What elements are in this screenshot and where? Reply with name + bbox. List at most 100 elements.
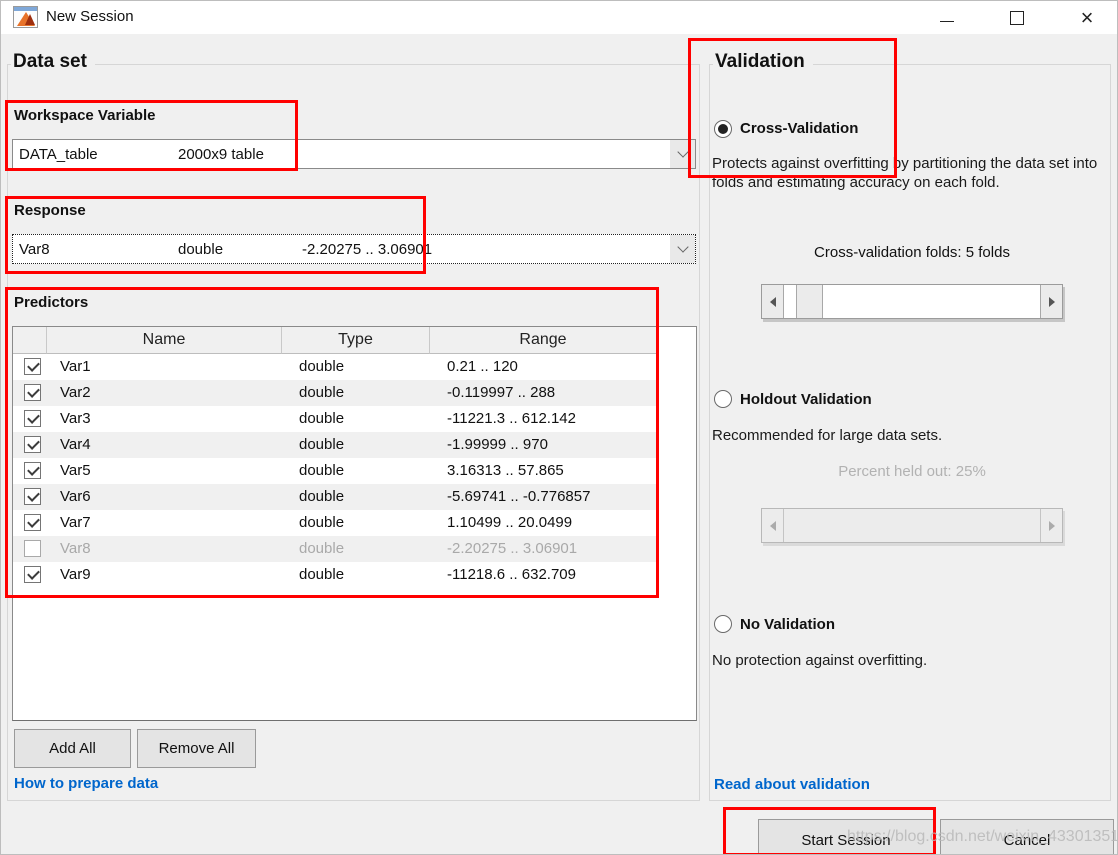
cell-name: Var2 xyxy=(60,384,91,401)
cell-name: Var5 xyxy=(60,462,91,479)
row-checkbox[interactable] xyxy=(24,462,41,479)
workspace-variable-dropdown-button[interactable] xyxy=(670,140,695,168)
new-session-dialog: New Session × Data set Workspace Variabl… xyxy=(0,0,1118,855)
table-row[interactable]: Var8 double -2.20275 .. 3.06901 xyxy=(13,536,657,562)
cell-range: 3.16313 .. 57.865 xyxy=(447,462,564,479)
arrow-right-icon xyxy=(1049,297,1055,307)
minimize-icon xyxy=(940,21,954,22)
workspace-variable-label: Workspace Variable xyxy=(14,107,155,124)
response-dropdown[interactable]: Var8 double -2.20275 .. 3.06901 xyxy=(12,234,696,264)
table-row[interactable]: Var2 double -0.119997 .. 288 xyxy=(13,380,657,406)
add-all-button[interactable]: Add All xyxy=(14,729,131,768)
table-row[interactable]: Var1 double 0.21 .. 120 xyxy=(13,354,657,380)
no-validation-description: No protection against overfitting. xyxy=(712,651,1114,670)
cell-type: double xyxy=(299,462,344,479)
cell-type: double xyxy=(299,488,344,505)
predictors-label: Predictors xyxy=(14,294,88,311)
row-checkbox[interactable] xyxy=(24,566,41,583)
workspace-variable-dropdown[interactable]: DATA_table 2000x9 table xyxy=(12,139,696,169)
validation-group-title: Validation xyxy=(713,51,813,73)
cross-validation-description: Protects against overfitting by partitio… xyxy=(712,154,1114,192)
slider-left-arrow xyxy=(762,509,784,542)
arrow-right-icon xyxy=(1049,521,1055,531)
cross-validation-radio[interactable] xyxy=(714,120,732,138)
cell-name: Var1 xyxy=(60,358,91,375)
read-about-validation-link[interactable]: Read about validation xyxy=(714,776,870,793)
cell-type: double xyxy=(299,384,344,401)
row-checkbox[interactable] xyxy=(24,384,41,401)
cell-type: double xyxy=(299,540,344,557)
cross-validation-label[interactable]: Cross-Validation xyxy=(740,120,858,137)
cell-name: Var8 xyxy=(60,540,91,557)
cell-range: -11218.6 .. 632.709 xyxy=(447,566,576,583)
chevron-down-icon xyxy=(677,241,688,252)
row-checkbox[interactable] xyxy=(24,540,41,557)
cross-validation-folds-label: Cross-validation folds: 5 folds xyxy=(761,244,1063,261)
cell-name: Var6 xyxy=(60,488,91,505)
header-name: Name xyxy=(47,327,282,354)
minimize-button[interactable] xyxy=(930,5,964,30)
cell-type: double xyxy=(299,358,344,375)
remove-all-button[interactable]: Remove All xyxy=(137,729,256,768)
response-label: Response xyxy=(14,202,86,219)
cell-type: double xyxy=(299,436,344,453)
window-title: New Session xyxy=(46,8,134,25)
cell-range: 0.21 .. 120 xyxy=(447,358,518,375)
header-type: Type xyxy=(282,327,430,354)
header-range: Range xyxy=(430,327,657,354)
row-checkbox[interactable] xyxy=(24,410,41,427)
maximize-icon xyxy=(1010,11,1024,25)
maximize-button[interactable] xyxy=(1000,5,1034,30)
holdout-validation-radio[interactable] xyxy=(714,390,732,408)
cell-name: Var9 xyxy=(60,566,91,583)
row-checkbox[interactable] xyxy=(24,436,41,453)
predictors-table-header: Name Type Range xyxy=(13,327,657,354)
no-validation-radio[interactable] xyxy=(714,615,732,633)
cell-name: Var7 xyxy=(60,514,91,531)
cross-validation-folds-slider[interactable] xyxy=(761,284,1063,319)
matlab-app-icon xyxy=(13,6,38,28)
close-button[interactable]: × xyxy=(1070,5,1104,30)
dataset-group-title: Data set xyxy=(11,51,95,73)
slider-thumb[interactable] xyxy=(796,285,823,318)
slider-right-arrow[interactable] xyxy=(1040,285,1062,318)
cell-type: double xyxy=(299,410,344,427)
title-bar: New Session × xyxy=(1,1,1118,34)
percent-held-out-slider xyxy=(761,508,1063,543)
chevron-down-icon xyxy=(677,146,688,157)
table-row[interactable]: Var3 double -11221.3 .. 612.142 xyxy=(13,406,657,432)
cell-range: -2.20275 .. 3.06901 xyxy=(447,540,577,557)
holdout-validation-description: Recommended for large data sets. xyxy=(712,426,1114,445)
cancel-button[interactable]: Cancel xyxy=(940,819,1114,855)
row-checkbox[interactable] xyxy=(24,358,41,375)
how-to-prepare-data-link[interactable]: How to prepare data xyxy=(14,775,158,792)
holdout-validation-label[interactable]: Holdout Validation xyxy=(740,391,872,408)
response-name: Var8 xyxy=(19,241,50,258)
percent-held-out-label: Percent held out: 25% xyxy=(761,463,1063,480)
cell-range: 1.10499 .. 20.0499 xyxy=(447,514,572,531)
no-validation-label[interactable]: No Validation xyxy=(740,616,835,633)
table-row[interactable]: Var6 double -5.69741 .. -0.776857 xyxy=(13,484,657,510)
cell-type: double xyxy=(299,514,344,531)
row-checkbox[interactable] xyxy=(24,514,41,531)
start-session-button[interactable]: Start Session xyxy=(758,819,934,855)
cell-range: -1.99999 .. 970 xyxy=(447,436,548,453)
response-dropdown-button[interactable] xyxy=(670,235,695,263)
cell-name: Var4 xyxy=(60,436,91,453)
arrow-left-icon xyxy=(770,521,776,531)
cell-range: -11221.3 .. 612.142 xyxy=(447,410,576,427)
cell-range: -0.119997 .. 288 xyxy=(447,384,555,401)
response-type: double xyxy=(178,241,223,258)
cell-name: Var3 xyxy=(60,410,91,427)
slider-right-arrow xyxy=(1040,509,1062,542)
close-icon: × xyxy=(1081,8,1094,28)
predictors-table-body: Var1 double 0.21 .. 120 Var2 double -0.1… xyxy=(13,354,657,588)
table-row[interactable]: Var4 double -1.99999 .. 970 xyxy=(13,432,657,458)
workspace-variable-summary: 2000x9 table xyxy=(178,146,264,163)
slider-left-arrow[interactable] xyxy=(762,285,784,318)
table-row[interactable]: Var5 double 3.16313 .. 57.865 xyxy=(13,458,657,484)
table-row[interactable]: Var9 double -11218.6 .. 632.709 xyxy=(13,562,657,588)
table-row[interactable]: Var7 double 1.10499 .. 20.0499 xyxy=(13,510,657,536)
row-checkbox[interactable] xyxy=(24,488,41,505)
workspace-variable-name: DATA_table xyxy=(19,146,98,163)
